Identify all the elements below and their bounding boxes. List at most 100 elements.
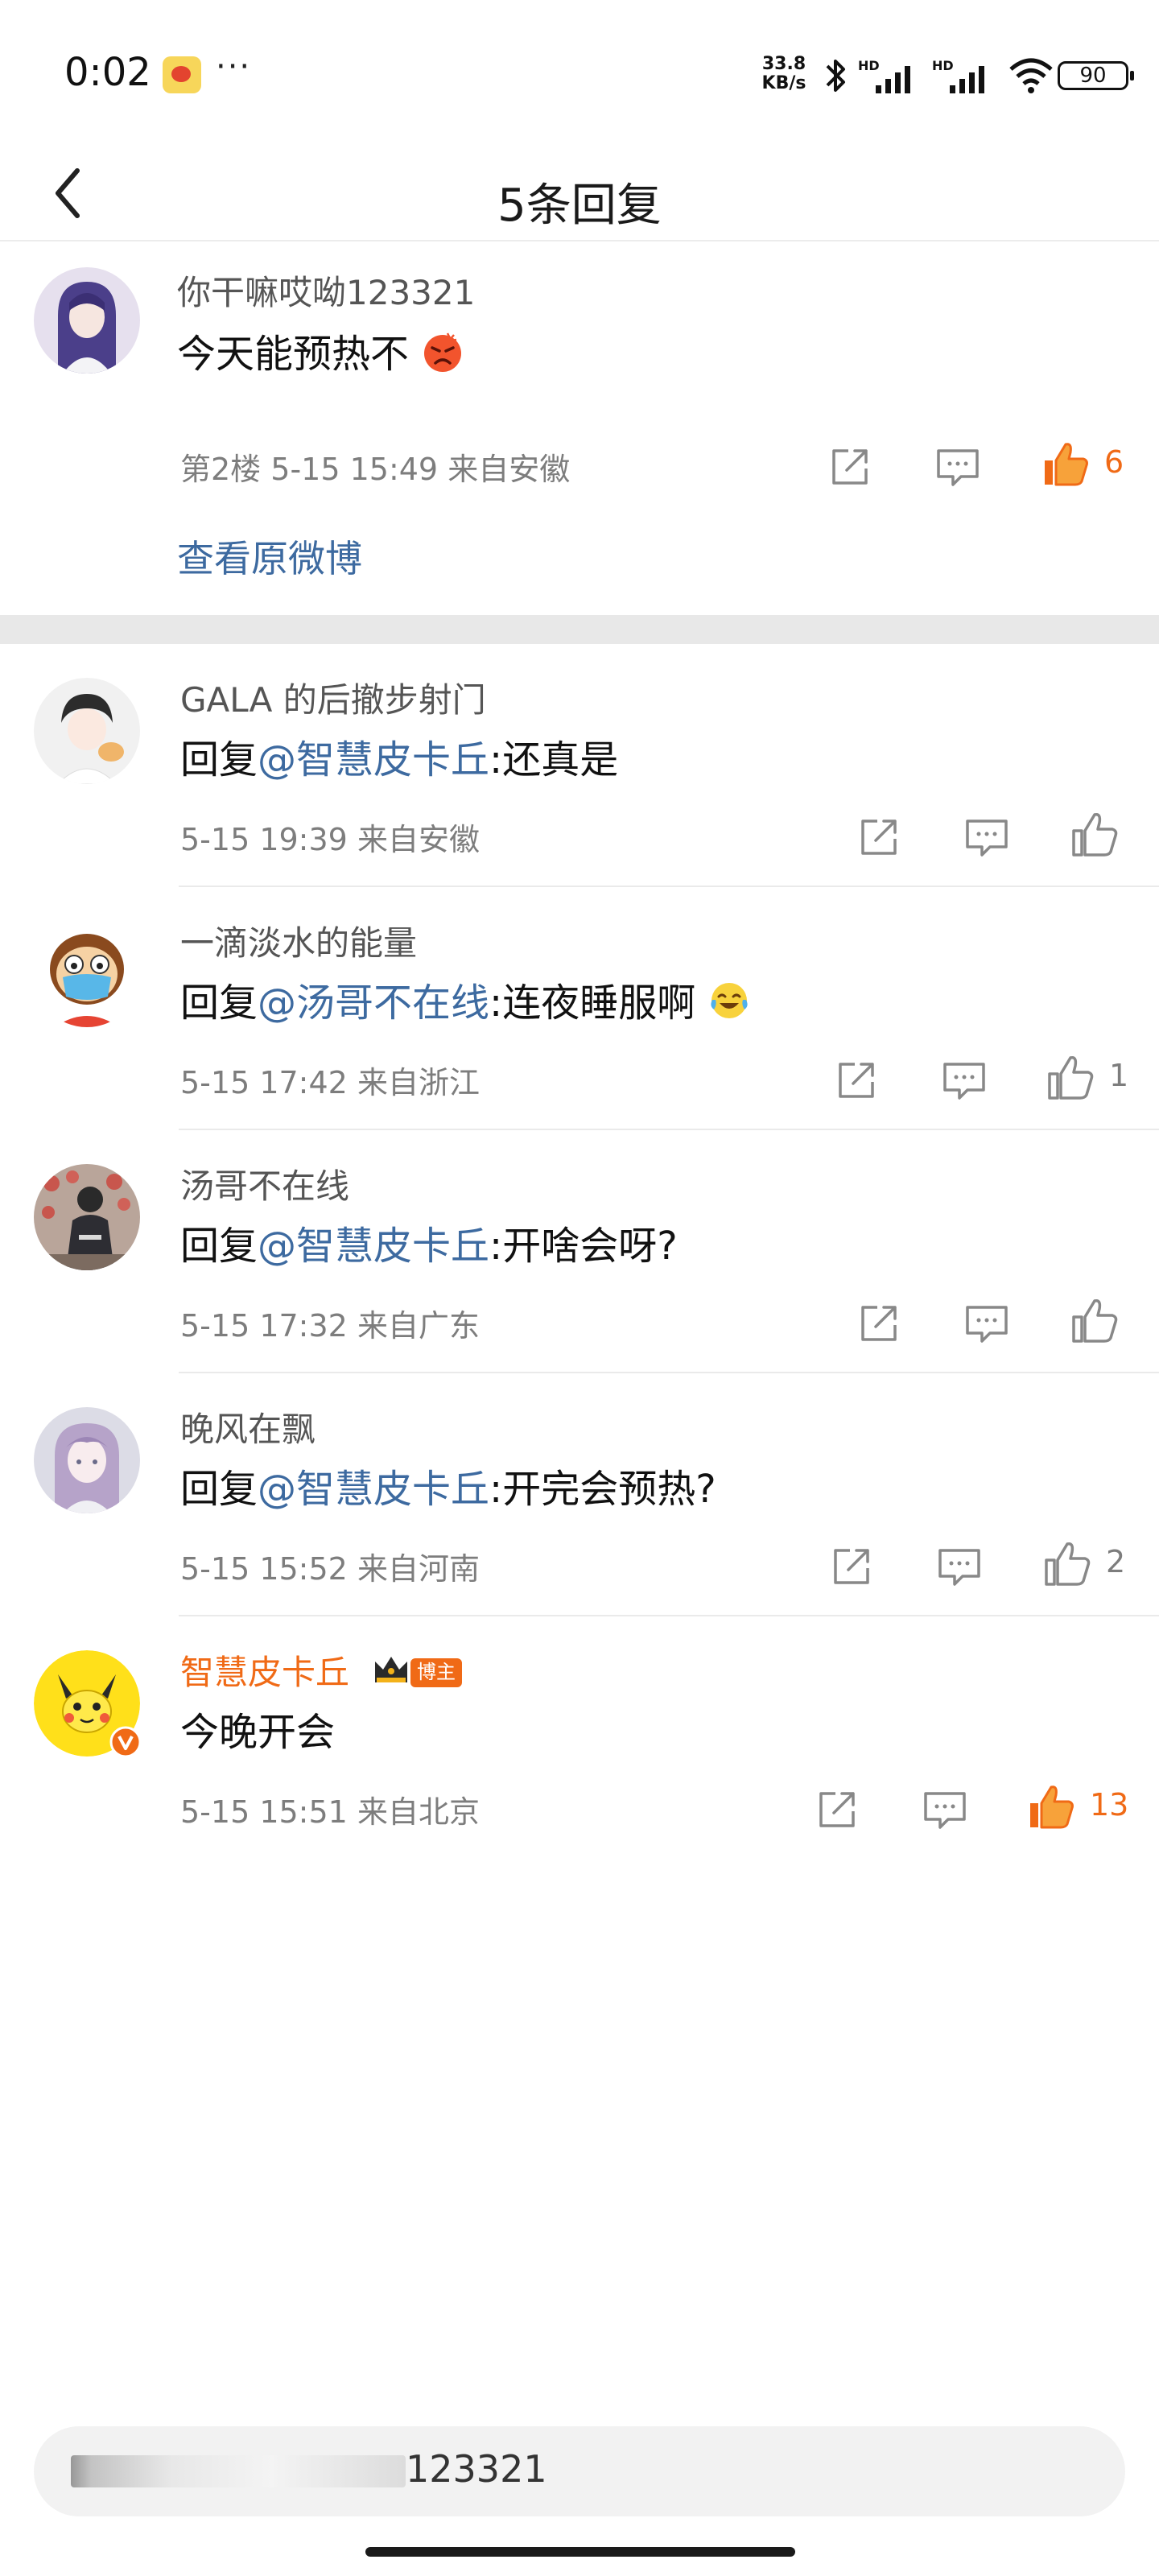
network-speed-value: 33.8 xyxy=(761,54,806,74)
avatar[interactable] xyxy=(34,921,140,1027)
reply-input[interactable]: 123321 xyxy=(34,2426,1125,2516)
location: 来自安徽 xyxy=(357,822,480,857)
location: 来自安徽 xyxy=(448,452,571,487)
avatar[interactable] xyxy=(34,678,140,784)
share-icon[interactable] xyxy=(831,1055,882,1106)
mention-link[interactable]: @智慧皮卡丘 xyxy=(258,1224,489,1269)
status-bar: 0:02 ··· 33.8 KB/s HD HD 90 xyxy=(0,0,1159,145)
battery-indicator: 90 xyxy=(1058,61,1134,90)
like-icon[interactable] xyxy=(1069,1294,1120,1346)
timestamp: 5-15 17:42 xyxy=(180,1065,348,1100)
home-indicator[interactable] xyxy=(365,2547,795,2557)
more-dots-icon: ··· xyxy=(216,48,252,85)
location: 来自浙江 xyxy=(357,1065,480,1100)
page-title: 5条回复 xyxy=(497,180,662,232)
avatar[interactable] xyxy=(34,1650,142,1758)
mention-link[interactable]: @智慧皮卡丘 xyxy=(258,1467,489,1512)
like-icon[interactable] xyxy=(1045,1051,1096,1103)
mention-link[interactable]: @汤哥不在线 xyxy=(258,980,489,1026)
reply-text: 回复@汤哥不在线:连夜睡服啊 xyxy=(180,971,751,1027)
user-name[interactable]: 汤哥不在线 xyxy=(180,1159,349,1208)
like-icon[interactable] xyxy=(1069,808,1120,860)
reply-prefix: 回复 xyxy=(180,1467,258,1512)
comment-icon[interactable] xyxy=(932,441,984,493)
author-badge: 博主 xyxy=(410,1658,462,1687)
cell-signal-1-icon: HD xyxy=(858,58,919,93)
location: 来自河南 xyxy=(357,1551,480,1587)
user-name-author[interactable]: 智慧皮卡丘 xyxy=(180,1645,349,1695)
share-icon[interactable] xyxy=(811,1784,863,1835)
share-icon[interactable] xyxy=(824,441,876,493)
like-count: 13 xyxy=(1090,1787,1129,1823)
crown-icon xyxy=(375,1657,407,1682)
weibo-icon xyxy=(163,56,201,93)
share-icon[interactable] xyxy=(853,811,905,863)
reply-body: :连夜睡服啊 xyxy=(489,980,696,1026)
network-speed: 33.8 KB/s xyxy=(757,55,811,93)
like-count: 1 xyxy=(1109,1058,1129,1093)
reply-meta: 5-15 17:32 来自广东 xyxy=(180,1301,480,1345)
laughing-tears-icon xyxy=(711,983,749,1018)
reply-prefix: 回复 xyxy=(180,737,258,782)
share-icon[interactable] xyxy=(826,1541,877,1592)
comment-icon[interactable] xyxy=(961,1298,1013,1349)
like-icon-active[interactable] xyxy=(1040,438,1091,489)
reply-item: 晚风在飘 回复@智慧皮卡丘:开完会预热? 5-15 15:52 来自河南 2 xyxy=(0,1373,1159,1616)
angry-face-icon xyxy=(424,332,462,372)
comment-icon[interactable] xyxy=(961,811,1013,863)
section-divider xyxy=(0,615,1159,644)
reply-text: 回复@智慧皮卡丘:还真是 xyxy=(180,728,618,784)
reply-body: :开完会预热? xyxy=(489,1467,716,1512)
timestamp: 5-15 15:52 xyxy=(180,1551,348,1587)
timestamp: 5-15 17:32 xyxy=(180,1308,348,1344)
timestamp: 5-15 15:51 xyxy=(180,1794,348,1830)
comment-text: 今天能预热不 xyxy=(177,322,464,378)
avatar[interactable] xyxy=(34,267,140,374)
reply-body: :还真是 xyxy=(489,737,619,782)
reply-text: 回复@智慧皮卡丘:开完会预热? xyxy=(180,1457,716,1513)
root-comment: 你干嘛哎呦123321 今天能预热不 第2楼 5-15 15:49 来自安徽 6… xyxy=(0,242,1159,615)
reply-meta: 5-15 15:52 来自河南 xyxy=(180,1544,480,1588)
wifi-icon xyxy=(1009,58,1053,93)
cell-signal-2-icon: HD xyxy=(932,58,993,93)
timestamp: 5-15 15:49 xyxy=(270,452,439,487)
reply-meta: 5-15 19:39 来自安徽 xyxy=(180,815,480,859)
bluetooth-icon xyxy=(826,60,845,92)
like-count: 2 xyxy=(1106,1544,1126,1579)
reply-meta: 5-15 17:42 来自浙江 xyxy=(180,1058,480,1102)
comment-icon[interactable] xyxy=(938,1055,990,1106)
like-icon-active[interactable] xyxy=(1025,1781,1077,1832)
reply-item: GALA 的后撤步射门 回复@智慧皮卡丘:还真是 5-15 19:39 来自安徽 xyxy=(0,644,1159,887)
avatar[interactable] xyxy=(34,1407,140,1513)
share-icon[interactable] xyxy=(853,1298,905,1349)
reply-text: 回复@智慧皮卡丘:开啥会呀? xyxy=(180,1214,678,1270)
view-original-link[interactable]: 查看原微博 xyxy=(177,530,362,583)
comment-icon[interactable] xyxy=(934,1541,985,1592)
user-name[interactable]: GALA 的后撤步射门 xyxy=(180,673,486,722)
verified-v-icon xyxy=(109,1726,142,1758)
like-icon[interactable] xyxy=(1041,1538,1093,1589)
location: 来自广东 xyxy=(357,1308,480,1344)
user-name[interactable]: 一滴淡水的能量 xyxy=(180,916,417,965)
user-name[interactable]: 晚风在飘 xyxy=(180,1402,316,1451)
comment-meta: 第2楼 5-15 15:49 来自安徽 xyxy=(180,444,570,489)
user-name[interactable]: 你干嘛哎呦123321 xyxy=(177,266,475,315)
reply-item: 智慧皮卡丘 博主 今晚开会 5-15 15:51 来自北京 13 xyxy=(0,1616,1159,1860)
reply-item: 一滴淡水的能量 回复@汤哥不在线:连夜睡服啊 5-15 17:42 来自浙江 1 xyxy=(0,887,1159,1130)
reply-item: 汤哥不在线 回复@智慧皮卡丘:开啥会呀? 5-15 17:32 来自广东 xyxy=(0,1130,1159,1373)
mention-link[interactable]: @智慧皮卡丘 xyxy=(258,737,489,782)
reply-body: 今晚开会 xyxy=(180,1710,336,1755)
status-time: 0:02 xyxy=(64,50,151,95)
like-count: 6 xyxy=(1104,444,1124,480)
avatar[interactable] xyxy=(34,1164,140,1270)
reply-meta: 5-15 15:51 来自北京 xyxy=(180,1787,480,1831)
reply-text: 今晚开会 xyxy=(180,1700,335,1757)
nav-header: 5条回复 xyxy=(0,145,1159,242)
timestamp: 5-15 19:39 xyxy=(180,822,348,857)
redacted-username xyxy=(71,2455,406,2487)
floor-label: 第2楼 xyxy=(180,452,262,487)
comment-icon[interactable] xyxy=(919,1784,971,1835)
network-speed-unit: KB/s xyxy=(761,73,806,93)
reply-prefix: 回复 xyxy=(180,980,258,1026)
status-indicators: 33.8 KB/s HD HD 90 xyxy=(757,52,1134,100)
